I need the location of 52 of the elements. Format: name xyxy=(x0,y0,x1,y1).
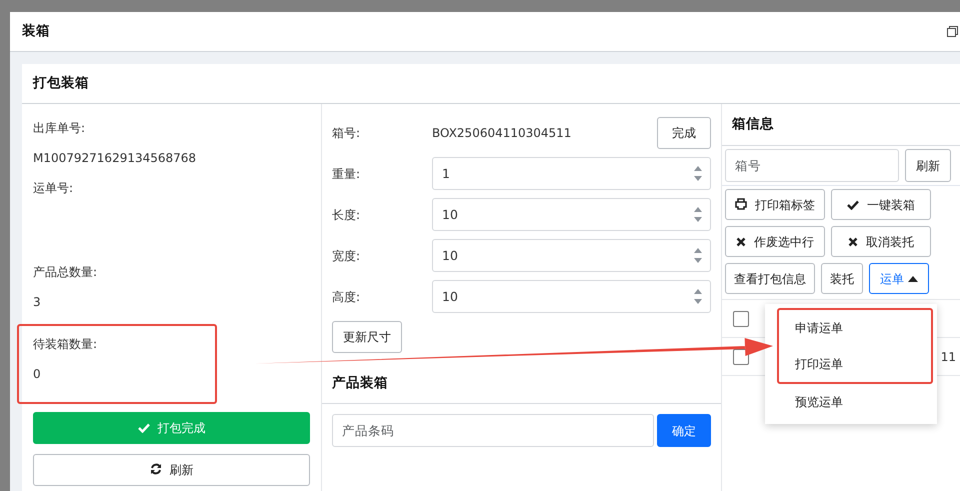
printer-icon xyxy=(735,198,747,210)
field-value: M10079271629134568768 xyxy=(33,150,198,166)
section-title: 产品装箱 xyxy=(322,363,721,404)
field-label: 宽度: xyxy=(332,248,362,264)
field-label: 出库单号: xyxy=(33,120,86,136)
spinner-icon[interactable] xyxy=(693,247,703,264)
print-label-button[interactable]: 打印箱标签 xyxy=(725,189,825,220)
field-label: 待装箱数量: xyxy=(33,336,98,352)
pallet-button[interactable]: 装托 xyxy=(821,263,863,294)
number-field[interactable]: 10 xyxy=(432,280,711,313)
field-label: 高度: xyxy=(332,288,362,306)
close-icon xyxy=(848,236,858,246)
table-cell-text: 11 xyxy=(940,348,956,366)
close-icon xyxy=(736,236,746,246)
caret-up-icon xyxy=(908,276,918,282)
field-label: 箱号: xyxy=(332,124,362,142)
update-size-button[interactable]: 更新尺寸 xyxy=(332,321,402,353)
number-field[interactable]: 10 xyxy=(432,198,711,231)
cancel-pallet-button[interactable]: 取消装托 xyxy=(831,226,931,257)
done-button[interactable]: 完成 xyxy=(657,116,711,148)
field-label: 运单号: xyxy=(33,180,74,196)
spinner-icon[interactable] xyxy=(693,165,703,182)
refresh-button[interactable]: 刷新 xyxy=(905,149,951,182)
panel-title: 箱信息 xyxy=(732,115,774,134)
confirm-button[interactable]: 确定 xyxy=(657,414,711,448)
dropdown-item[interactable]: 申请运单 xyxy=(779,310,931,346)
row-checkbox[interactable] xyxy=(733,310,749,326)
spinner-icon[interactable] xyxy=(693,206,703,223)
card-title: 打包装箱 xyxy=(33,74,89,94)
void-row-button[interactable]: 作废选中行 xyxy=(725,226,825,257)
field-label: 长度: xyxy=(332,206,362,224)
dropdown-item[interactable]: 预览运单 xyxy=(765,384,937,420)
dropdown-item[interactable]: 打印运单 xyxy=(779,346,931,382)
barcode-field[interactable]: 产品条码 xyxy=(332,414,654,448)
check-icon xyxy=(847,200,859,210)
restore-icon[interactable] xyxy=(947,26,958,37)
pack-all-button[interactable]: 一键装箱 xyxy=(831,189,931,220)
pack-info-button[interactable]: 查看打包信息 xyxy=(725,263,815,294)
waybill-dropdown-button[interactable]: 运单 xyxy=(869,263,929,294)
field-label: 重量: xyxy=(332,166,362,182)
field-value: 3 xyxy=(33,294,42,310)
check-icon xyxy=(138,423,150,433)
box-number: BOX250604110304511 xyxy=(432,124,572,142)
field-value: 0 xyxy=(33,366,42,382)
number-field[interactable]: 1 xyxy=(432,157,711,190)
field-label: 产品总数量: xyxy=(33,264,98,280)
refresh-button[interactable]: 刷新 xyxy=(33,454,310,486)
spinner-icon[interactable] xyxy=(693,288,703,305)
modal-title: 装箱 xyxy=(22,22,50,42)
refresh-icon xyxy=(150,463,162,475)
number-field[interactable]: 10 xyxy=(432,239,711,272)
box-search-field[interactable]: 箱号 xyxy=(725,149,899,182)
